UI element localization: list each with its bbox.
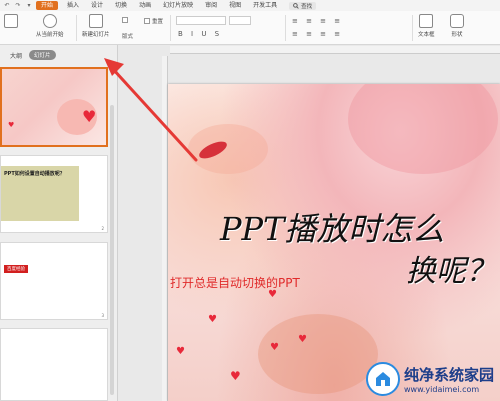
tab-slides[interactable]: 幻灯片 (29, 50, 56, 60)
watermark-name: 纯净系统家园 (403, 366, 494, 384)
from-current-label: 从当前开始 (36, 32, 64, 38)
tab-slideshow[interactable]: 幻灯片放映 (157, 0, 199, 11)
ribbon-tabbar: ↶ ↷ ▾ 开始 插入 设计 切换 动画 幻灯片放映 审阅 视图 开发工具 查找 (0, 0, 500, 11)
textbox-label: 文本框 (418, 32, 435, 38)
reset-label: 重置 (152, 19, 164, 25)
ribbon-toolbar: 从当前开始 新建幻灯片 版式 重置 B I U S ≡ ≡ ≡ ≡ ≡ ≡ ≡ … (0, 11, 500, 45)
panel-scrollbar[interactable] (110, 105, 114, 395)
site-logo-icon (365, 362, 400, 396)
reset-button[interactable]: 重置 (144, 17, 163, 25)
slide-thumbnail-1[interactable]: ♥ ♥ (0, 67, 108, 147)
shape-label: 形状 (451, 32, 463, 38)
tab-developer[interactable]: 开发工具 (247, 0, 283, 11)
tab-review[interactable]: 审阅 (199, 0, 223, 11)
new-slide-button[interactable]: 新建幻灯片 (82, 14, 110, 38)
slide-subtitle[interactable]: 打开总是自动切换的PPT (170, 274, 300, 291)
toolbar-separator (285, 15, 286, 41)
layout-button[interactable] (122, 17, 128, 23)
search-box[interactable]: 查找 (289, 1, 317, 10)
slide-number: 2 (101, 226, 104, 231)
heart-icon: ♥ (298, 334, 307, 345)
new-slide-icon (88, 14, 103, 28)
search-icon (293, 2, 299, 9)
slide-thumbnail-4[interactable] (0, 328, 108, 401)
slide-thumbnail-2[interactable]: PPT如何设置自动播放呢？ 2 (0, 155, 108, 233)
font-name-field[interactable] (176, 16, 226, 25)
tab-insert[interactable]: 插入 (61, 0, 85, 11)
tab-view[interactable]: 视图 (223, 0, 247, 11)
paste-button[interactable] (4, 14, 18, 30)
slide-thumbnail-3[interactable]: 百度经验 3 (0, 242, 108, 320)
font-size-field[interactable] (229, 16, 251, 25)
layout-label: 版式 (122, 34, 134, 40)
thumb-label: 百度经验 (4, 265, 28, 273)
heart-icon: ♥ (82, 107, 97, 126)
watercolor-splash (258, 314, 378, 394)
site-watermark: 纯净系统家园 www.yidaimei.com (365, 362, 494, 396)
heart-icon: ♥ (270, 342, 279, 353)
heart-icon: ♥ (208, 314, 217, 325)
panel-header: 大纲 幻灯片 (0, 45, 117, 65)
layout-dropdown[interactable]: 版式 (122, 32, 133, 40)
paste-icon (4, 14, 18, 28)
heart-icon: ♥ (176, 346, 185, 357)
toolbar-separator (170, 15, 171, 41)
textbox-icon (419, 14, 434, 28)
reset-icon (144, 18, 150, 24)
paragraph-format-buttons[interactable]: ≡ ≡ ≡ ≡ (292, 17, 343, 25)
shape-icon (450, 14, 464, 28)
slide-title-line1[interactable]: PPT播放时怎么 (220, 204, 444, 250)
play-icon (42, 14, 57, 28)
horizontal-ruler (170, 46, 500, 54)
heart-icon: ♥ (8, 121, 15, 129)
more-icon[interactable]: ▾ (25, 2, 33, 10)
toolbar-separator (76, 15, 77, 41)
tab-home[interactable]: 开始 (36, 1, 59, 10)
watercolor-splash (188, 124, 268, 174)
redo-icon[interactable]: ↷ (14, 2, 22, 10)
textbox-button[interactable]: 文本框 (418, 14, 435, 38)
search-label: 查找 (301, 3, 313, 10)
slide-title-line2[interactable]: 换呢？ (406, 246, 496, 290)
new-slide-label: 新建幻灯片 (82, 32, 110, 38)
shape-button[interactable]: 形状 (450, 14, 464, 38)
watermark-url: www.yidaimei.com (403, 385, 480, 394)
layout-icon (122, 17, 128, 23)
tab-outline[interactable]: 大纲 (10, 51, 22, 60)
tab-transition[interactable]: 切换 (109, 0, 133, 11)
watercolor-splash (348, 84, 498, 174)
toolbar-separator (412, 15, 413, 41)
slide-number: 3 (101, 313, 104, 318)
alignment-buttons[interactable]: ≡ ≡ ≡ ≡ (292, 30, 343, 38)
from-current-button[interactable]: 从当前开始 (36, 14, 64, 38)
font-format-buttons[interactable]: B I U S (178, 30, 222, 38)
thumb-title: PPT如何设置自动播放呢？ (4, 171, 65, 177)
undo-icon[interactable]: ↶ (3, 2, 11, 10)
tab-design[interactable]: 设计 (85, 0, 109, 11)
slide-canvas[interactable]: PPT播放时怎么 换呢？ 打开总是自动切换的PPT ♥ ♥ ♥ ♥ ♥ ♥ 纯净… (168, 84, 500, 401)
heart-icon: ♥ (268, 289, 277, 300)
tab-animation[interactable]: 动画 (133, 0, 157, 11)
heart-icon: ♥ (230, 369, 241, 383)
